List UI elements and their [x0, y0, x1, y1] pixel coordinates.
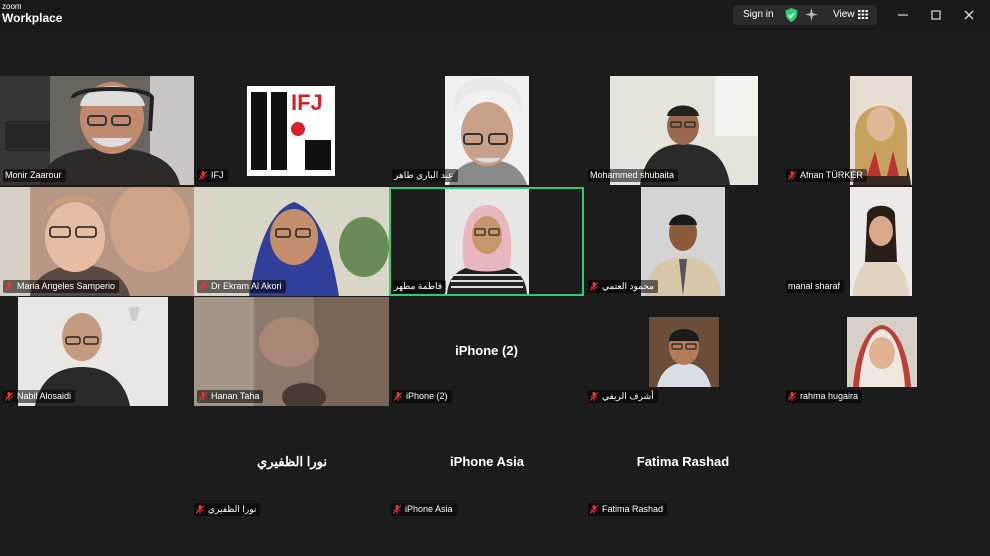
- participant-name-tag: عبد الباري طاهر: [392, 169, 458, 182]
- participant-name: Mohammed shubaita: [590, 170, 675, 180]
- muted-mic-icon: [5, 392, 13, 402]
- video-tile[interactable]: Afnan TÜRKER: [783, 76, 978, 185]
- title-controls: Sign in View: [733, 5, 877, 25]
- muted-mic-icon: [5, 282, 13, 292]
- participant-display-name: iPhone Asia: [450, 454, 524, 469]
- meeting-gallery: Monir Zaarour IFJ IFJ عبد الباري طاهر Mo…: [0, 30, 990, 556]
- video-tile[interactable]: Monir Zaarour: [0, 76, 195, 185]
- participant-name: Afnan TÜRKER: [800, 170, 863, 180]
- muted-mic-icon: [590, 282, 598, 292]
- participant-name-tag: فاطمة مطهر: [392, 280, 447, 293]
- muted-mic-icon: [199, 392, 207, 402]
- participant-name-tag: Dr Ekram Al Akori: [197, 280, 286, 293]
- muted-mic-icon: [199, 171, 207, 181]
- participant-name-tag: Mohammed shubaita: [588, 169, 679, 182]
- brand-bottom: Workplace: [2, 11, 63, 25]
- participant-name: Nabil Alosaidi: [17, 391, 72, 401]
- participant-name-tag: Maria Angeles Samperio: [3, 280, 120, 293]
- participant-name-tag: Nabil Alosaidi: [3, 390, 76, 403]
- logo-bar: [251, 92, 267, 170]
- shield-check-icon[interactable]: [785, 8, 798, 22]
- sparkle-icon[interactable]: [805, 8, 818, 21]
- logo-dot: [291, 122, 305, 136]
- sign-in-button[interactable]: Sign in: [743, 9, 774, 20]
- logo-bar: [271, 92, 287, 170]
- muted-mic-icon: [788, 392, 796, 402]
- participant-name: Monir Zaarour: [5, 170, 62, 180]
- video-tile-photo[interactable]: أشرف الريفي: [585, 297, 780, 406]
- participant-name: iPhone Asia: [405, 504, 453, 514]
- participant-display-name: نورا الظفيري: [257, 454, 327, 469]
- video-tile-photo[interactable]: rahma hugaira: [783, 297, 978, 406]
- muted-mic-icon: [196, 505, 204, 515]
- participant-name: نورا الظفيري: [208, 504, 257, 514]
- muted-mic-icon: [199, 282, 207, 292]
- video-tile-no-video[interactable]: iPhone (2) iPhone (2): [389, 297, 584, 406]
- participant-avatar: [649, 317, 719, 387]
- participant-name: فاطمة مطهر: [394, 281, 443, 291]
- participant-name-tag: Hanan Taha: [197, 390, 264, 403]
- ifj-logo: IFJ: [247, 86, 335, 176]
- grid-view-icon[interactable]: [858, 10, 868, 19]
- participant-name-tag: iPhone Asia: [391, 503, 457, 516]
- participant-name: Maria Angeles Samperio: [17, 281, 116, 291]
- participant-name: iPhone (2): [406, 391, 448, 401]
- video-tile[interactable]: manal sharaf: [783, 187, 978, 296]
- video-tile[interactable]: محمود العتمي: [585, 187, 780, 296]
- video-tile[interactable]: Maria Angeles Samperio: [0, 187, 195, 296]
- participant-name-tag: rahma hugaira: [786, 390, 863, 403]
- video-tile[interactable]: Hanan Taha: [194, 297, 389, 406]
- title-bar: zoom Workplace Sign in View: [0, 0, 990, 30]
- logo-block: [305, 140, 331, 170]
- video-tile[interactable]: Nabil Alosaidi: [0, 297, 195, 406]
- muted-mic-icon: [590, 505, 598, 515]
- muted-mic-icon: [590, 392, 598, 402]
- participant-name-tag: Monir Zaarour: [3, 169, 66, 182]
- muted-mic-icon: [393, 505, 401, 515]
- video-tile[interactable]: Dr Ekram Al Akori: [194, 187, 389, 296]
- participant-avatar: [847, 317, 917, 387]
- participant-name-tag: Afnan TÜRKER: [786, 169, 867, 182]
- participant-name-tag: نورا الظفيري: [194, 503, 261, 516]
- participant-name-tag: manal sharaf: [786, 280, 845, 293]
- participant-name: IFJ: [211, 170, 224, 180]
- muted-mic-icon: [788, 171, 796, 181]
- participant-name: محمود العتمي: [602, 281, 654, 291]
- video-tile[interactable]: IFJ IFJ: [194, 76, 389, 185]
- participant-name: Hanan Taha: [211, 391, 260, 401]
- participant-name: Dr Ekram Al Akori: [211, 281, 282, 291]
- close-icon[interactable]: [962, 8, 976, 22]
- participant-name-tag: iPhone (2): [392, 390, 452, 403]
- view-button[interactable]: View: [833, 9, 855, 20]
- participant-name: أشرف الريفي: [602, 391, 654, 401]
- app-brand: zoom Workplace: [2, 2, 63, 25]
- participant-name: Fatima Rashad: [602, 504, 664, 514]
- participant-name: عبد الباري طاهر: [394, 170, 454, 180]
- muted-mic-icon: [394, 392, 402, 402]
- participant-name: manal sharaf: [788, 281, 841, 291]
- brand-top: zoom: [2, 2, 22, 11]
- logo-text-right: IFJ: [291, 90, 323, 115]
- participant-name-tag: Fatima Rashad: [588, 503, 668, 516]
- minimize-icon[interactable]: [896, 8, 910, 22]
- participant-display-name: iPhone (2): [455, 343, 518, 358]
- video-tile[interactable]: عبد الباري طاهر: [389, 76, 584, 185]
- video-tile-active-speaker[interactable]: فاطمة مطهر: [389, 187, 584, 296]
- participant-name-tag: محمود العتمي: [588, 280, 658, 293]
- participant-display-name: Fatima Rashad: [636, 454, 730, 469]
- participant-name-tag: أشرف الريفي: [588, 390, 658, 403]
- participant-name: rahma hugaira: [800, 391, 859, 401]
- participant-name-tag: IFJ: [197, 169, 228, 182]
- maximize-icon[interactable]: [929, 8, 943, 22]
- video-tile[interactable]: Mohammed shubaita: [585, 76, 780, 185]
